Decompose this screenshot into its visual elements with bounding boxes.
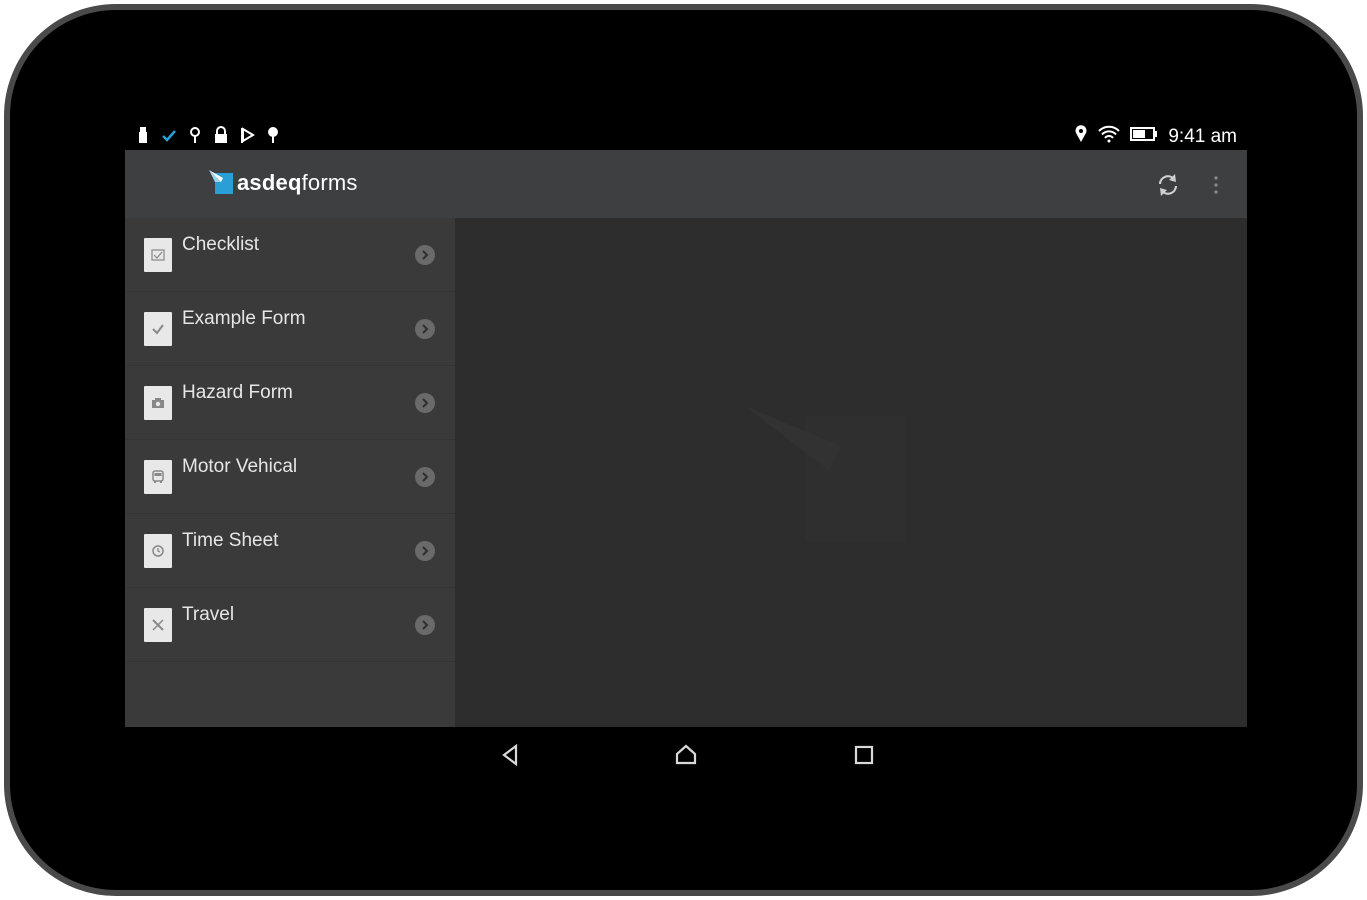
app-title: asdeqforms [237, 170, 358, 195]
status-bar: 9:41 am [125, 122, 1247, 150]
form-label: Checklist [182, 234, 260, 255]
check-icon [161, 126, 177, 144]
lock-icon [213, 126, 229, 144]
form-label: Motor Vehical [182, 456, 298, 477]
checkmark-icon [144, 312, 172, 346]
navigation-bar [125, 727, 1247, 787]
back-icon[interactable] [495, 741, 525, 769]
chevron-right-icon[interactable] [415, 393, 435, 413]
forms-list: Checklist Example Form Hazard Form Motor… [125, 218, 455, 727]
clock-icon [144, 534, 172, 568]
chevron-right-icon[interactable] [415, 615, 435, 635]
form-label: Time Sheet [182, 530, 279, 551]
form-item-time-sheet[interactable]: Time Sheet [125, 514, 455, 588]
usb-icon [135, 126, 151, 144]
car-icon [144, 460, 172, 494]
checklist-icon [144, 238, 172, 272]
recents-icon[interactable] [849, 741, 879, 769]
status-clock: 9:41 am [1168, 125, 1237, 147]
chevron-right-icon[interactable] [415, 245, 435, 265]
overflow-menu-icon[interactable] [1211, 174, 1221, 196]
form-item-travel[interactable]: Travel [125, 588, 455, 662]
home-icon[interactable] [671, 741, 701, 769]
action-bar: asdeqforms [125, 150, 1247, 218]
form-label: Example Form [182, 308, 306, 329]
location-icon [1074, 125, 1088, 148]
chevron-right-icon[interactable] [415, 541, 435, 561]
system-status: 9:41 am [1074, 125, 1237, 148]
content-pane [455, 218, 1247, 727]
camera-icon [144, 386, 172, 420]
refresh-icon[interactable] [1155, 172, 1181, 198]
form-item-hazard-form[interactable]: Hazard Form [125, 366, 455, 440]
chevron-right-icon[interactable] [415, 467, 435, 487]
notification-icons [135, 126, 281, 144]
pin-icon [265, 126, 281, 144]
asdeq-logo-icon [209, 170, 235, 196]
form-item-motor-vehical[interactable]: Motor Vehical [125, 440, 455, 514]
form-item-checklist[interactable]: Checklist [125, 218, 455, 292]
plane-icon [144, 608, 172, 642]
form-item-example-form[interactable]: Example Form [125, 292, 455, 366]
watermark-logo [745, 396, 915, 546]
form-label: Hazard Form [182, 382, 293, 403]
app-screen: asdeqforms Checklist Example Form Hazard… [125, 150, 1247, 727]
battery-icon [1130, 125, 1158, 148]
wifi-icon [1098, 125, 1121, 148]
play-store-icon [239, 126, 255, 144]
form-label: Travel [182, 604, 235, 625]
chevron-right-icon[interactable] [415, 319, 435, 339]
key-icon [187, 126, 203, 144]
app-logo[interactable]: asdeqforms [209, 170, 358, 196]
